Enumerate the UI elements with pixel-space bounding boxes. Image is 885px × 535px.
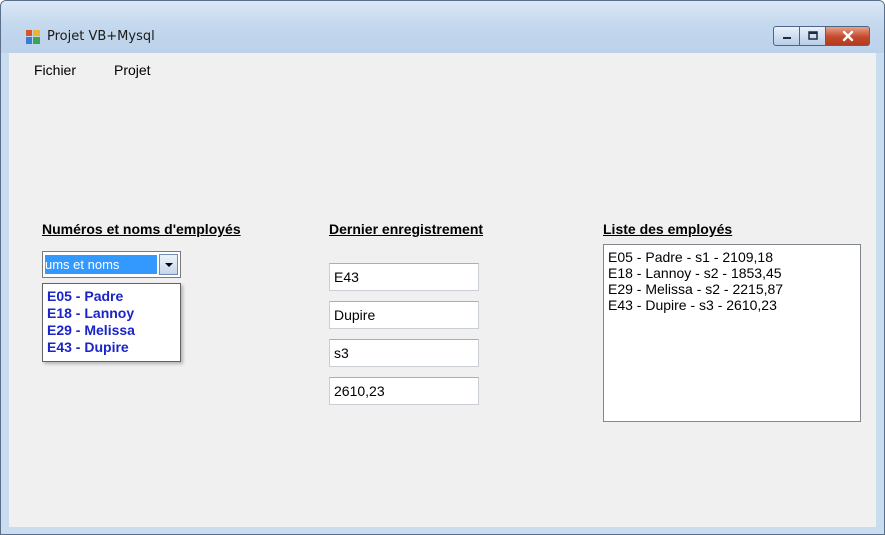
employee-name-field[interactable]: Dupire bbox=[329, 301, 479, 329]
employee-salary-field[interactable]: 2610,23 bbox=[329, 377, 479, 405]
list-item[interactable]: E43 - Dupire - s3 - 2610,23 bbox=[608, 297, 777, 313]
employee-salary-value: 2610,23 bbox=[334, 383, 385, 399]
minimize-button[interactable] bbox=[773, 26, 800, 46]
chevron-down-icon bbox=[165, 263, 173, 267]
close-button[interactable] bbox=[826, 26, 870, 46]
menu-bar: Fichier Projet bbox=[9, 53, 876, 83]
list-item[interactable]: E18 - Lannoy - s2 - 1853,45 bbox=[608, 265, 782, 281]
employee-id-value: E43 bbox=[334, 269, 359, 285]
menu-projet[interactable]: Projet bbox=[114, 62, 151, 78]
dropdown-option[interactable]: E43 - Dupire bbox=[47, 339, 129, 356]
window-controls bbox=[773, 26, 870, 48]
window-title: Projet VB+Mysql bbox=[47, 29, 155, 44]
employee-service-field[interactable]: s3 bbox=[329, 339, 479, 367]
employee-combo[interactable]: ums et noms bbox=[42, 251, 181, 278]
list-item[interactable]: E05 - Padre - s1 - 2109,18 bbox=[608, 249, 773, 265]
app-icon[interactable] bbox=[25, 29, 41, 45]
menu-fichier[interactable]: Fichier bbox=[34, 62, 76, 78]
maximize-icon bbox=[807, 31, 818, 40]
dropdown-option[interactable]: E18 - Lannoy bbox=[47, 305, 134, 322]
title-bar[interactable]: Projet VB+Mysql bbox=[1, 1, 884, 53]
employee-dropdown-list[interactable]: E05 - Padre E18 - Lannoy E29 - Melissa E… bbox=[42, 283, 181, 362]
app-window: Projet VB+Mysql Fichier Projet Numéros e… bbox=[0, 0, 885, 535]
combo-dropdown-button[interactable] bbox=[159, 254, 178, 275]
employee-combo-heading: Numéros et noms d'employés bbox=[42, 221, 241, 237]
dropdown-option[interactable]: E05 - Padre bbox=[47, 288, 123, 305]
combo-selected-text[interactable]: ums et noms bbox=[45, 255, 157, 274]
dropdown-option[interactable]: E29 - Melissa bbox=[47, 322, 135, 339]
client-area: Fichier Projet Numéros et noms d'employé… bbox=[9, 53, 876, 527]
employee-list-heading: Liste des employés bbox=[603, 221, 733, 237]
employee-id-field[interactable]: E43 bbox=[329, 263, 479, 291]
last-record-heading: Dernier enregistrement bbox=[329, 221, 484, 237]
close-icon bbox=[842, 30, 853, 42]
employee-listbox[interactable]: E05 - Padre - s1 - 2109,18 E18 - Lannoy … bbox=[603, 244, 861, 422]
employee-service-value: s3 bbox=[334, 345, 349, 361]
minimize-icon bbox=[782, 37, 791, 39]
employee-name-value: Dupire bbox=[334, 307, 376, 323]
list-item[interactable]: E29 - Melissa - s2 - 2215,87 bbox=[608, 281, 783, 297]
maximize-button[interactable] bbox=[800, 26, 826, 46]
